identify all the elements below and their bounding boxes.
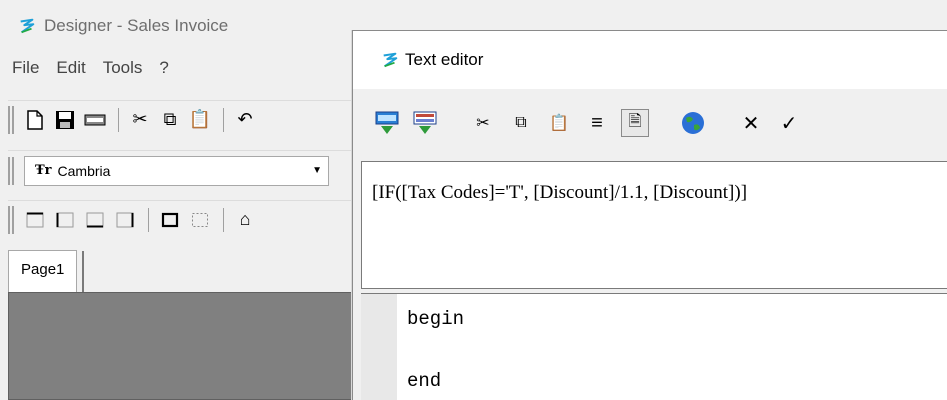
designer-title: Designer - Sales Invoice: [44, 16, 229, 35]
toolbar-grip[interactable]: [8, 105, 14, 134]
frame-bottom-icon[interactable]: [84, 209, 106, 231]
frame-all-icon[interactable]: [159, 209, 181, 231]
frame-none-icon[interactable]: [189, 209, 211, 231]
undo-icon[interactable]: ↶: [234, 109, 256, 131]
new-file-icon[interactable]: [24, 109, 46, 131]
expression-text: [IF([Tax Codes]='T', [Discount]/1.1, [Di…: [372, 182, 748, 203]
app-logo-icon: [383, 52, 398, 68]
code-line: end: [407, 370, 442, 392]
menu-help[interactable]: ?: [159, 58, 168, 78]
fill-color-icon[interactable]: ⌂: [234, 209, 256, 231]
insert-expression-icon[interactable]: [373, 109, 401, 137]
copy-icon[interactable]: ⧉: [507, 109, 535, 137]
editor-title: Text editor: [405, 50, 484, 69]
standard-toolbar: ✂ ⧉ 📋 ↶: [8, 100, 368, 138]
toolbar-separator: [223, 107, 224, 132]
font-toolbar: Ŧr Cambria ▼: [8, 150, 368, 190]
frame-right-icon[interactable]: [114, 209, 136, 231]
font-name-select[interactable]: Ŧr Cambria ▼: [24, 155, 329, 186]
script-editor[interactable]: begin end: [361, 293, 947, 400]
designer-titlebar: Designer - Sales Invoice: [0, 0, 360, 52]
tab-page1[interactable]: Page1: [8, 250, 85, 293]
paste-icon[interactable]: 📋: [545, 109, 573, 137]
page-tabs: Page1: [8, 250, 85, 293]
text-editor-dialog: Text editor ✂ ⧉ 📋 ≡ 🗎 ✕ ✓ [IF([Tax Codes…: [352, 30, 947, 400]
expression-textarea[interactable]: [IF([Tax Codes]='T', [Discount]/1.1, [Di…: [361, 161, 947, 289]
menu-file[interactable]: File: [12, 58, 39, 78]
editor-toolbar: ✂ ⧉ 📋 ≡ 🗎 ✕ ✓: [353, 93, 947, 153]
globe-icon[interactable]: [679, 109, 707, 137]
cancel-icon[interactable]: ✕: [737, 109, 765, 137]
code-line: begin: [407, 308, 465, 330]
menu-tools[interactable]: Tools: [103, 58, 143, 78]
paste-icon[interactable]: 📋: [189, 109, 211, 131]
toolbar-grip[interactable]: [8, 205, 14, 234]
font-name-value: Cambria: [57, 162, 111, 179]
word-wrap-icon[interactable]: ≡: [583, 109, 611, 137]
document-icon[interactable]: 🗎: [621, 109, 649, 137]
report-canvas[interactable]: [8, 292, 368, 400]
line-gutter: [361, 294, 397, 400]
preview-icon[interactable]: [84, 109, 106, 131]
app-logo-icon: [20, 18, 35, 34]
copy-icon[interactable]: ⧉: [159, 109, 181, 131]
menubar: File Edit Tools ?: [12, 58, 169, 78]
truetype-font-icon: Ŧr: [35, 163, 52, 178]
chevron-down-icon[interactable]: ▼: [312, 165, 322, 176]
insert-field-icon[interactable]: [411, 109, 439, 137]
menu-edit[interactable]: Edit: [56, 58, 85, 78]
frame-toolbar: ⌂: [8, 200, 368, 238]
toolbar-separator: [118, 107, 119, 132]
cut-icon[interactable]: ✂: [469, 109, 497, 137]
save-icon[interactable]: [54, 109, 76, 131]
frame-left-icon[interactable]: [54, 209, 76, 231]
ok-checkmark-icon[interactable]: ✓: [775, 109, 803, 137]
editor-titlebar: Text editor: [353, 31, 947, 89]
frame-top-icon[interactable]: [24, 209, 46, 231]
cut-icon[interactable]: ✂: [129, 109, 151, 131]
toolbar-separator: [223, 207, 224, 232]
toolbar-grip[interactable]: [8, 156, 14, 185]
toolbar-separator: [148, 207, 149, 232]
